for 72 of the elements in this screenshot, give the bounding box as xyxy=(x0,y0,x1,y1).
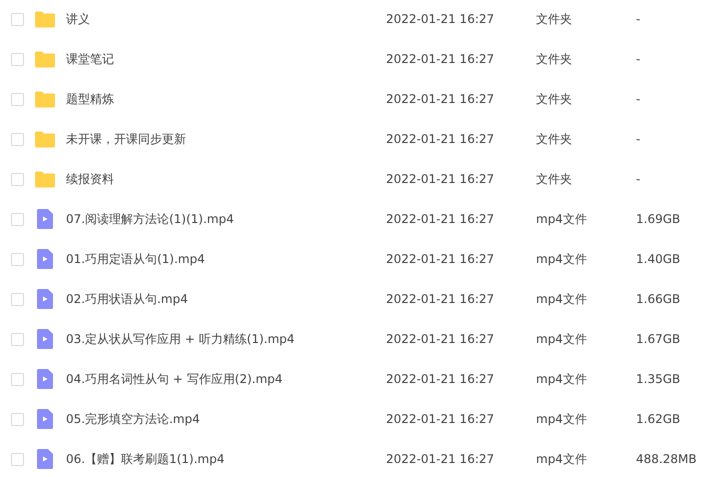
file-type: mp4文件 xyxy=(536,330,588,348)
file-name[interactable]: 07.阅读理解方法论(1)(1).mp4 xyxy=(66,210,386,228)
file-name[interactable]: 续报资料 xyxy=(66,170,386,188)
file-size: - xyxy=(636,92,640,106)
file-size: 1.69GB xyxy=(636,212,680,226)
file-size: 1.66GB xyxy=(636,292,680,306)
file-type: mp4文件 xyxy=(536,250,588,268)
file-size: 1.35GB xyxy=(636,372,680,386)
checkbox[interactable] xyxy=(11,292,24,306)
checkbox[interactable] xyxy=(11,52,24,66)
modified-date: 2022-01-21 16:27 xyxy=(386,132,496,146)
modified-date: 2022-01-21 16:27 xyxy=(386,292,496,306)
modified-date: 2022-01-21 16:27 xyxy=(386,12,496,26)
file-name[interactable]: 01.巧用定语从句(1).mp4 xyxy=(66,250,386,268)
file-size: - xyxy=(636,132,640,146)
file-type: 文件夹 xyxy=(536,90,573,108)
file-name[interactable]: 题型精炼 xyxy=(66,90,386,108)
checkbox[interactable] xyxy=(11,372,24,386)
file-type: mp4文件 xyxy=(536,450,588,468)
modified-date: 2022-01-21 16:27 xyxy=(386,212,496,226)
file-type: mp4文件 xyxy=(536,210,588,228)
file-name[interactable]: 04.巧用名词性从句 + 写作应用(2).mp4 xyxy=(66,370,386,388)
file-type: mp4文件 xyxy=(536,410,588,428)
checkbox[interactable] xyxy=(11,132,24,146)
folder-icon xyxy=(35,50,55,68)
file-name[interactable]: 03.定从状从写作应用 + 听力精练(1).mp4 xyxy=(66,330,386,348)
file-name[interactable]: 02.巧用状语从句.mp4 xyxy=(66,290,386,308)
file-name[interactable]: 讲义 xyxy=(66,10,386,28)
modified-date: 2022-01-21 16:27 xyxy=(386,332,496,346)
file-size: - xyxy=(636,52,640,66)
checkbox[interactable] xyxy=(11,12,24,26)
checkbox[interactable] xyxy=(11,412,24,426)
checkbox[interactable] xyxy=(11,92,24,106)
file-type: 文件夹 xyxy=(536,50,573,68)
folder-icon xyxy=(35,90,55,108)
file-type: 文件夹 xyxy=(536,130,573,148)
modified-date: 2022-01-21 16:27 xyxy=(386,452,496,466)
file-type: 文件夹 xyxy=(536,170,573,188)
video-file-icon xyxy=(37,409,53,429)
folder-icon xyxy=(35,10,55,28)
folder-icon xyxy=(35,170,55,188)
modified-date: 2022-01-21 16:27 xyxy=(386,372,496,386)
checkbox[interactable] xyxy=(11,172,24,186)
modified-date: 2022-01-21 16:27 xyxy=(386,172,496,186)
video-file-icon xyxy=(37,209,53,229)
video-file-icon xyxy=(37,249,53,269)
video-file-icon xyxy=(37,289,53,309)
video-file-icon xyxy=(37,369,53,389)
checkbox[interactable] xyxy=(11,332,24,346)
video-file-icon xyxy=(37,329,53,349)
file-size: 488.28MB xyxy=(636,452,697,466)
file-type: mp4文件 xyxy=(536,290,588,308)
file-size: 1.62GB xyxy=(636,412,680,426)
video-file-icon xyxy=(37,449,53,469)
file-name[interactable]: 课堂笔记 xyxy=(66,50,386,68)
modified-date: 2022-01-21 16:27 xyxy=(386,412,496,426)
modified-date: 2022-01-21 16:27 xyxy=(386,252,496,266)
file-size: 1.67GB xyxy=(636,332,680,346)
file-type: 文件夹 xyxy=(536,10,573,28)
modified-date: 2022-01-21 16:27 xyxy=(386,92,496,106)
checkbox[interactable] xyxy=(11,252,24,266)
file-size: 1.40GB xyxy=(636,252,680,266)
file-size: - xyxy=(636,172,640,186)
file-size: - xyxy=(636,12,640,26)
checkbox[interactable] xyxy=(11,452,24,466)
file-name[interactable]: 05.完形填空方法论.mp4 xyxy=(66,410,386,428)
modified-date: 2022-01-21 16:27 xyxy=(386,52,496,66)
file-name[interactable]: 未开课，开课同步更新 xyxy=(66,130,386,148)
file-type: mp4文件 xyxy=(536,370,588,388)
folder-icon xyxy=(35,130,55,148)
checkbox[interactable] xyxy=(11,212,24,226)
file-name[interactable]: 06.【赠】联考刷题1(1).mp4 xyxy=(66,450,386,468)
